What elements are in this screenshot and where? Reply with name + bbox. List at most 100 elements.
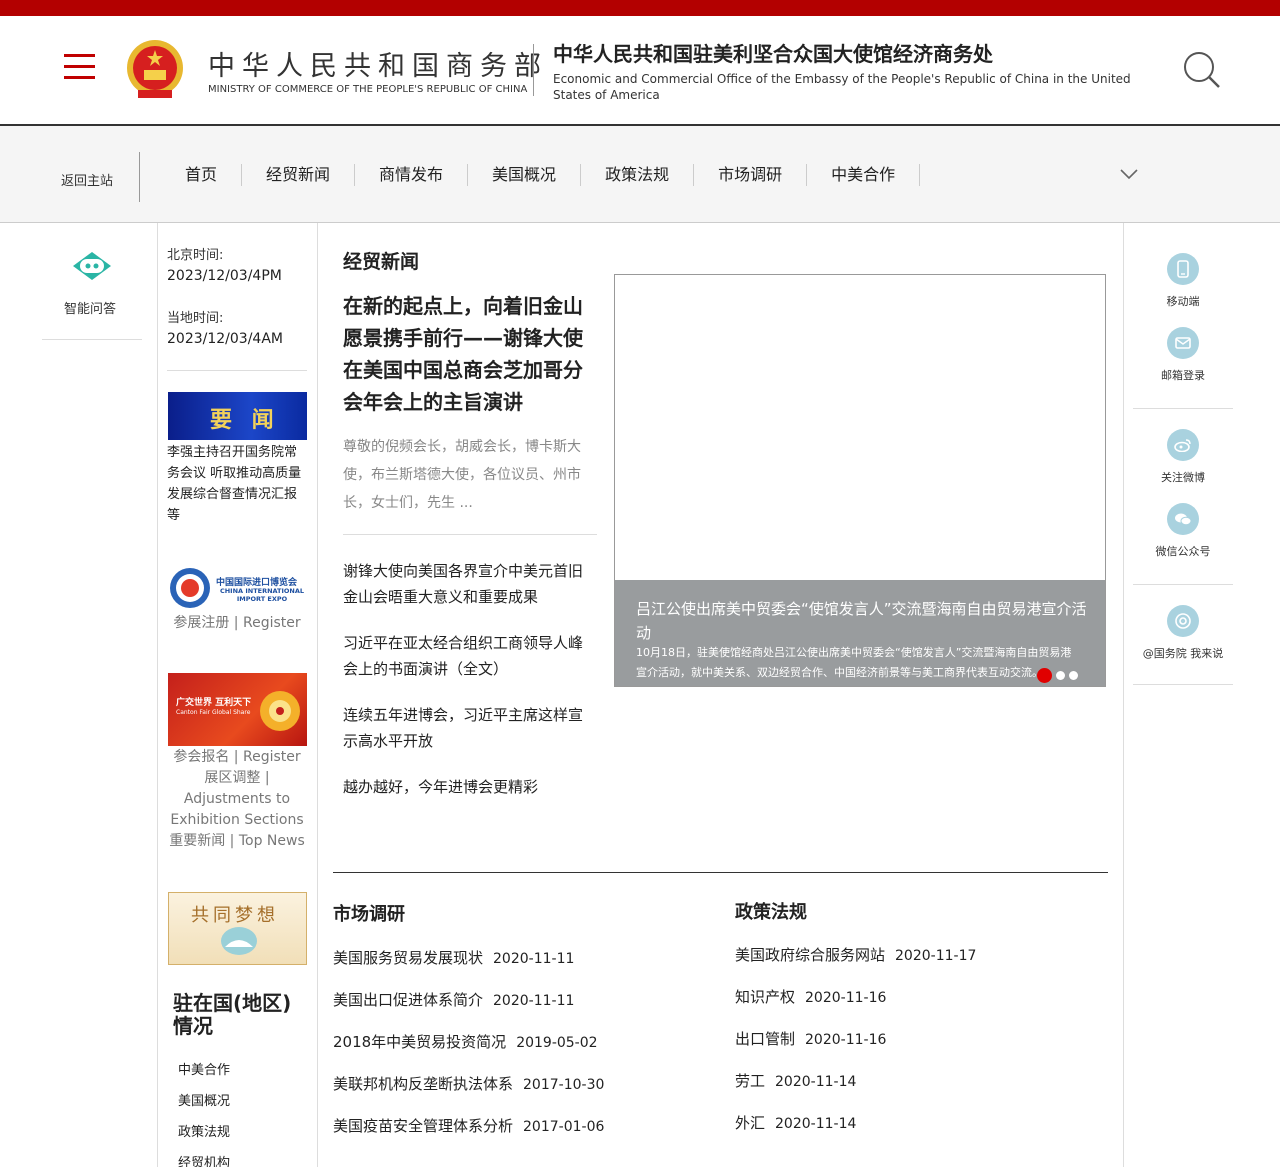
policy-title[interactable]: 政策法规 (735, 898, 807, 924)
list-item[interactable]: 美国出口促进体系简介 2020-11-11 (333, 989, 604, 1031)
mobile-button[interactable]: 移动端 (1133, 253, 1233, 309)
canton-fair-banner[interactable]: 广交世界 互利天下 Canton Fair Global Share (168, 673, 307, 746)
news-item[interactable]: 连续五年进博会，习近平主席这样宣示高水平开放 (343, 702, 593, 754)
wechat-button[interactable]: 微信公众号 (1133, 503, 1233, 559)
mofcom-title-en[interactable]: MINISTRY OF COMMERCE OF THE PEOPLE'S REP… (208, 84, 527, 95)
news-item[interactable]: 谢锋大使向美国各界宣介中美元首旧金山会晤重大意义和重要成果 (343, 558, 593, 610)
nav-items: 首页 经贸新闻 商情发布 美国概况 政策法规 市场调研 中美合作 (160, 164, 921, 186)
news-item[interactable]: 越办越好，今年进博会更精彩 (343, 774, 593, 800)
list-item[interactable]: 劳工 2020-11-14 (735, 1070, 976, 1112)
weibo-button[interactable]: 关注微博 (1133, 429, 1233, 485)
ciie-register-link[interactable]: 参展注册 | Register (167, 612, 307, 632)
list-item[interactable]: 出口管制 2020-11-16 (735, 1028, 976, 1070)
news-list: 谢锋大使向美国各界宣介中美元首旧金山会晤重大意义和重要成果 习近平在亚太经合组织… (343, 558, 593, 820)
list-item-date: 2019-05-02 (516, 1035, 598, 1051)
chevron-down-icon[interactable] (1119, 167, 1139, 181)
resident-item-institutions[interactable]: 经贸机构 (178, 1153, 230, 1167)
smart-qa-label[interactable]: 智能问答 (64, 298, 116, 317)
resident-country-title: 驻在国(地区)情况 (173, 991, 292, 1038)
canton-register-link[interactable]: 参会报名 | Register (167, 747, 307, 768)
wechat-label: 微信公众号 (1155, 545, 1211, 558)
right-divider (1133, 584, 1233, 585)
search-icon[interactable] (1182, 50, 1222, 90)
list-item-text: 美国政府综合服务网站 (735, 946, 886, 964)
list-item-date: 2020-11-16 (805, 990, 887, 1006)
ciie-logo-icon (170, 568, 210, 608)
nav-item-policy[interactable]: 政策法规 (581, 164, 695, 186)
resident-item-overview[interactable]: 美国概况 (178, 1091, 230, 1122)
canton-adjust-link[interactable]: 展区调整 | Adjustments to Exhibition Section… (167, 768, 307, 831)
column-divider-right (1123, 223, 1124, 1167)
carousel-caption: 吕江公使出席美中贸委会“使馆发言人”交流暨海南自由贸易港宣介活动 10月18日，… (615, 580, 1105, 686)
list-item-text: 美国出口促进体系简介 (333, 991, 484, 1009)
beijing-time-label: 北京时间: (167, 248, 224, 263)
list-item[interactable]: 美国政府综合服务网站 2020-11-17 (735, 944, 976, 986)
national-emblem-icon[interactable] (124, 38, 186, 102)
carousel-description: 10月18日，驻美使馆经商处吕江公使出席美中贸委会“使馆发言人”交流暨海南自由贸… (636, 646, 1072, 679)
list-item-text: 劳工 (735, 1072, 766, 1090)
list-item-date: 2020-11-11 (493, 951, 575, 967)
state-council-button[interactable]: @国务院 我来说 (1133, 605, 1233, 661)
nav-item-trade-news[interactable]: 经贸新闻 (242, 164, 356, 186)
robot-icon[interactable] (69, 248, 115, 284)
canton-links: 参会报名 | Register 展区调整 | Adjustments to Ex… (167, 747, 307, 852)
time-box: 北京时间: 2023/12/03/4PM 当地时间: 2023/12/03/4A… (167, 245, 283, 350)
nav-item-home[interactable]: 首页 (160, 164, 243, 186)
wechat-icon (1167, 503, 1199, 535)
time-divider (167, 370, 307, 371)
back-to-main-site-link[interactable]: 返回主站 (61, 170, 113, 189)
mobile-label: 移动端 (1166, 295, 1200, 308)
main-nav: 返回主站 首页 经贸新闻 商情发布 美国概况 政策法规 市场调研 中美合作 (0, 124, 1280, 223)
list-item-text: 2018年中美贸易投资简况 (333, 1033, 507, 1051)
lead-news-title[interactable]: 在新的起点上，向着旧金山愿景携手前行——谢锋大使在美国中国总商会芝加哥分会年会上… (343, 290, 593, 418)
list-item-text: 外汇 (735, 1114, 766, 1132)
yaowen-link[interactable]: 李强主持召开国务院常务会议 听取推动高质量发展综合督查情况汇报等 (167, 442, 307, 526)
embassy-title-en: Economic and Commercial Office of the Em… (553, 72, 1131, 102)
embassy-title-cn: 中华人民共和国驻美利坚合众国大使馆经济商务处 (553, 42, 993, 66)
list-item-date: 2020-11-11 (493, 993, 575, 1009)
mail-login-button[interactable]: 邮箱登录 (1133, 327, 1233, 383)
carousel-dot[interactable] (1037, 668, 1052, 683)
ciie-banner[interactable]: 中国国际进口博览会 CHINA INTERNATIONAL IMPORT EXP… (168, 564, 308, 612)
section-divider (333, 872, 1108, 873)
list-item-text: 知识产权 (735, 988, 796, 1006)
canton-news-link[interactable]: 重要新闻 | Top News (167, 831, 307, 852)
weibo-icon (1167, 429, 1199, 461)
list-item[interactable]: 美国服务贸易发展现状 2020-11-11 (333, 947, 604, 989)
nav-item-cooperation[interactable]: 中美合作 (807, 164, 921, 186)
mofcom-title-cn[interactable]: 中华人民共和国商务部 (208, 44, 548, 83)
resident-item-cooperation[interactable]: 中美合作 (178, 1060, 230, 1091)
resident-item-policy[interactable]: 政策法规 (178, 1122, 230, 1153)
list-item[interactable]: 美联邦机构反垄断执法体系 2017-10-30 (333, 1073, 604, 1115)
trade-news-title[interactable]: 经贸新闻 (343, 247, 419, 274)
list-item[interactable]: 美国疫苗安全管理体系分析 2017-01-06 (333, 1115, 604, 1157)
menu-icon[interactable] (64, 54, 96, 82)
list-item-text: 美国服务贸易发展现状 (333, 949, 484, 967)
carousel-dot[interactable] (1069, 671, 1078, 680)
list-item[interactable]: 知识产权 2020-11-16 (735, 986, 976, 1028)
nav-item-market-research[interactable]: 市场调研 (694, 164, 808, 186)
list-item-date: 2017-01-06 (523, 1119, 605, 1135)
list-item[interactable]: 外汇 2020-11-14 (735, 1112, 976, 1154)
news-item[interactable]: 习近平在亚太经合组织工商领导人峰会上的书面演讲（全文） (343, 630, 593, 682)
at-sign-icon (1167, 605, 1199, 637)
list-item-date: 2020-11-14 (775, 1074, 857, 1090)
mail-icon (1167, 327, 1199, 359)
right-divider (1133, 684, 1233, 685)
market-research-title[interactable]: 市场调研 (333, 900, 405, 926)
common-dream-banner[interactable]: 共同梦想 (168, 892, 307, 965)
list-item-date: 2020-11-17 (895, 948, 977, 964)
nav-item-us-overview[interactable]: 美国概况 (468, 164, 582, 186)
ciie-name-en: CHINA INTERNATIONAL IMPORT EXPO (219, 587, 305, 603)
nav-item-business-info[interactable]: 商情发布 (355, 164, 469, 186)
carousel-title[interactable]: 吕江公使出席美中贸委会“使馆发言人”交流暨海南自由贸易港宣介活动 (636, 597, 1088, 645)
list-item[interactable]: 2018年中美贸易投资简况 2019-05-02 (333, 1031, 604, 1073)
news-carousel[interactable]: 吕江公使出席美中贸委会“使馆发言人”交流暨海南自由贸易港宣介活动 10月18日，… (614, 274, 1106, 687)
yaowen-banner[interactable]: 要 闻 (168, 392, 307, 440)
carousel-dot[interactable] (1056, 671, 1065, 680)
list-item-date: 2020-11-14 (775, 1116, 857, 1132)
list-item-date: 2017-10-30 (523, 1077, 605, 1093)
list-item-text: 出口管制 (735, 1030, 796, 1048)
local-time-value: 2023/12/03/4AM (167, 331, 283, 347)
weibo-label: 关注微博 (1161, 471, 1205, 484)
